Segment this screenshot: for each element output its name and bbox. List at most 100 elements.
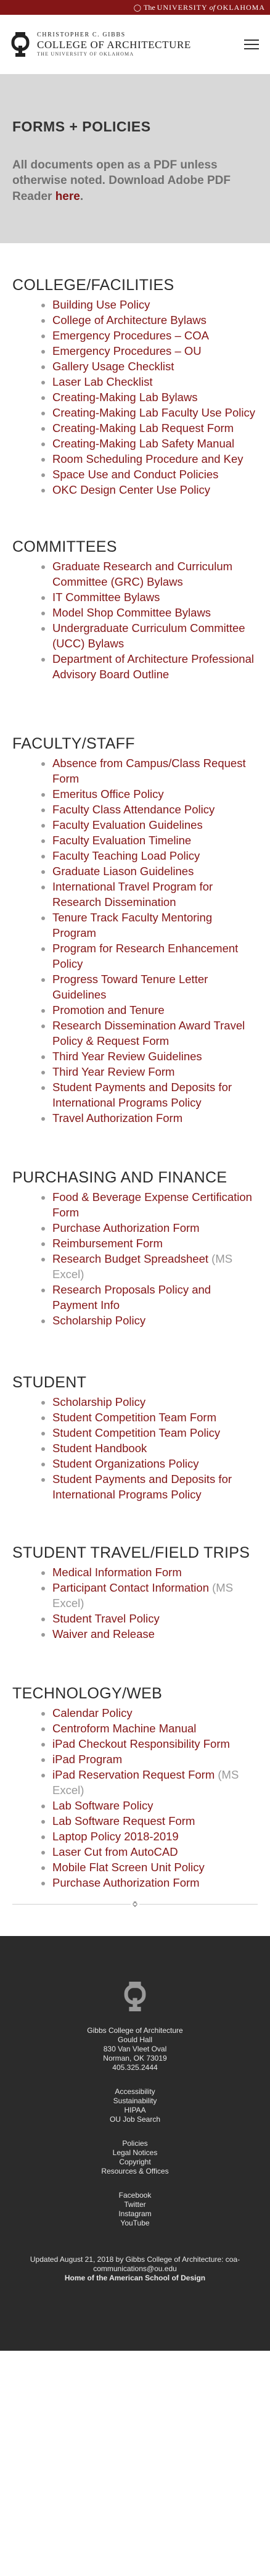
- document-link[interactable]: Research Proposals Policy and Payment In…: [52, 1283, 211, 1311]
- list-item: International Travel Program for Researc…: [52, 879, 258, 910]
- document-link[interactable]: Model Shop Committee Bylaws: [52, 606, 211, 619]
- document-link[interactable]: Progress Toward Tenure Letter Guidelines: [52, 973, 208, 1001]
- document-link[interactable]: Student Payments and Deposits for Intern…: [52, 1081, 232, 1109]
- list-item: Faculty Evaluation Guidelines: [52, 817, 258, 833]
- footer-link-policies[interactable]: Policies: [12, 2139, 258, 2148]
- document-link[interactable]: Student Payments and Deposits for Intern…: [52, 1473, 232, 1501]
- document-link[interactable]: Faculty Class Attendance Policy: [52, 803, 215, 816]
- document-link[interactable]: Student Organizations Policy: [52, 1457, 199, 1470]
- document-link[interactable]: International Travel Program for Researc…: [52, 880, 213, 908]
- univ-university[interactable]: UNIVERSITY: [157, 3, 208, 12]
- document-list: Graduate Research and Curriculum Committ…: [12, 559, 258, 682]
- document-link[interactable]: iPad Checkout Responsibility Form: [52, 1737, 230, 1750]
- list-item: Creating-Making Lab Request Form: [52, 420, 258, 436]
- document-link[interactable]: Scholarship Policy: [52, 1314, 145, 1327]
- document-link[interactable]: Undergraduate Curriculum Committee (UCC)…: [52, 621, 245, 650]
- document-link[interactable]: Space Use and Conduct Policies: [52, 468, 218, 481]
- document-link[interactable]: Emergency Procedures – COA: [52, 329, 209, 342]
- document-link[interactable]: Creating-Making Lab Bylaws: [52, 391, 197, 404]
- univ-prefix: The: [144, 2, 155, 12]
- document-link[interactable]: Room Scheduling Procedure and Key: [52, 452, 243, 465]
- college-wordmark[interactable]: Christopher C. Gibbs College of Architec…: [37, 32, 191, 57]
- document-link[interactable]: College of Architecture Bylaws: [52, 314, 207, 326]
- document-link[interactable]: Laptop Policy 2018-2019: [52, 1830, 179, 1843]
- document-link[interactable]: Student Handbook: [52, 1442, 147, 1455]
- section-college: COLLEGE/FACILITIES Building Use Policy Co…: [12, 243, 258, 497]
- adobe-reader-link[interactable]: here: [55, 190, 80, 203]
- document-link[interactable]: Graduate Liason Guidelines: [52, 865, 194, 878]
- document-link[interactable]: Research Budget Spreadsheet: [52, 1252, 208, 1265]
- document-link[interactable]: Purchase Authorization Form: [52, 1221, 200, 1234]
- document-link[interactable]: Lab Software Policy: [52, 1799, 153, 1812]
- footer-phone[interactable]: 405.325.2444: [12, 2063, 258, 2072]
- document-link[interactable]: Mobile Flat Screen Unit Policy: [52, 1861, 205, 1874]
- document-link[interactable]: Centroform Machine Manual: [52, 1722, 196, 1735]
- document-link[interactable]: Student Competition Team Policy: [52, 1426, 220, 1439]
- document-link[interactable]: Creating-Making Lab Request Form: [52, 422, 234, 434]
- document-link[interactable]: Emeritus Office Policy: [52, 787, 164, 800]
- document-link[interactable]: Emergency Procedures – OU: [52, 344, 202, 357]
- document-link[interactable]: Faculty Evaluation Guidelines: [52, 818, 203, 831]
- document-link[interactable]: Food & Beverage Expense Certification Fo…: [52, 1190, 252, 1219]
- footer-link-instagram[interactable]: Instagram: [12, 2209, 258, 2219]
- document-link[interactable]: Student Competition Team Form: [52, 1411, 216, 1424]
- list-item: Room Scheduling Procedure and Key: [52, 451, 258, 467]
- document-link[interactable]: IT Committee Bylaws: [52, 591, 160, 604]
- document-link[interactable]: Tenure Track Faculty Mentoring Program: [52, 911, 212, 939]
- document-link[interactable]: Waiver and Release: [52, 1627, 155, 1640]
- document-link[interactable]: Promotion and Tenure: [52, 1003, 165, 1016]
- footer-updated: Updated August 21, 2018 by Gibbs College…: [30, 2255, 240, 2273]
- document-link[interactable]: Calendar Policy: [52, 1706, 133, 1719]
- section-tech: TECHNOLOGY/WEB Calendar Policy Centroform…: [12, 1642, 258, 1890]
- document-link[interactable]: Faculty Evaluation Timeline: [52, 834, 191, 847]
- document-link[interactable]: Absence from Campus/Class Request Form: [52, 757, 246, 785]
- list-item: Purchase Authorization Form: [52, 1220, 258, 1236]
- page-title: FORMS + POLICIES: [12, 118, 151, 135]
- document-link[interactable]: Creating-Making Lab Safety Manual: [52, 437, 234, 450]
- section-title: STUDENT: [12, 1374, 87, 1391]
- document-link[interactable]: Building Use Policy: [52, 298, 150, 311]
- footer-link-sustainability[interactable]: Sustainability: [12, 2096, 258, 2106]
- document-link[interactable]: Purchase Authorization Form: [52, 1876, 200, 1889]
- document-link[interactable]: Program for Research Enhancement Policy: [52, 942, 238, 970]
- list-item: Creating-Making Lab Faculty Use Policy: [52, 405, 258, 420]
- document-link[interactable]: Faculty Teaching Load Policy: [52, 849, 200, 862]
- document-link[interactable]: iPad Program: [52, 1753, 122, 1766]
- footer-link-youtube[interactable]: YouTube: [12, 2219, 258, 2228]
- footer-link-resources[interactable]: Resources & Offices: [12, 2167, 258, 2176]
- list-item: Research Dissemination Award Travel Poli…: [52, 1018, 258, 1049]
- list-item: Laptop Policy 2018-2019: [52, 1829, 258, 1844]
- footer-link-facebook[interactable]: Facebook: [12, 2191, 258, 2200]
- document-link[interactable]: OKC Design Center Use Policy: [52, 483, 210, 496]
- footer-link-job-search[interactable]: OU Job Search: [12, 2115, 258, 2124]
- list-item: Student Organizations Policy: [52, 1456, 258, 1471]
- document-link[interactable]: Creating-Making Lab Faculty Use Policy: [52, 406, 255, 419]
- document-link[interactable]: Medical Information Form: [52, 1566, 182, 1579]
- univ-of: of: [209, 2, 215, 12]
- document-link[interactable]: Student Travel Policy: [52, 1612, 160, 1625]
- document-link[interactable]: Scholarship Policy: [52, 1395, 145, 1408]
- document-link[interactable]: Participant Contact Information: [52, 1581, 209, 1594]
- document-link[interactable]: Graduate Research and Curriculum Committ…: [52, 560, 232, 588]
- document-link[interactable]: iPad Reservation Request Form: [52, 1768, 215, 1781]
- document-link[interactable]: Department of Architecture Professional …: [52, 652, 254, 681]
- menu-icon[interactable]: [244, 39, 259, 49]
- footer-link-legal-notices[interactable]: Legal Notices: [12, 2148, 258, 2158]
- list-item: Waiver and Release: [52, 1626, 258, 1642]
- footer-link-hipaa[interactable]: HIPAA: [12, 2106, 258, 2115]
- document-link[interactable]: Reimbursement Form: [52, 1237, 163, 1250]
- list-item: Food & Beverage Expense Certification Fo…: [52, 1189, 258, 1220]
- ou-logo-icon[interactable]: [12, 1982, 258, 2011]
- document-link[interactable]: Research Dissemination Award Travel Poli…: [52, 1019, 245, 1047]
- document-link[interactable]: Gallery Usage Checklist: [52, 360, 174, 373]
- document-link[interactable]: Third Year Review Guidelines: [52, 1050, 202, 1063]
- ou-logo-icon[interactable]: [10, 31, 31, 57]
- document-link[interactable]: Travel Authorization Form: [52, 1111, 182, 1124]
- document-link[interactable]: Laser Cut from AutoCAD: [52, 1845, 178, 1858]
- footer-link-twitter[interactable]: Twitter: [12, 2200, 258, 2209]
- footer-link-accessibility[interactable]: Accessibility: [12, 2087, 258, 2096]
- document-link[interactable]: Lab Software Request Form: [52, 1814, 195, 1827]
- document-link[interactable]: Laser Lab Checklist: [52, 375, 152, 388]
- document-link[interactable]: Third Year Review Form: [52, 1065, 174, 1078]
- footer-link-copyright[interactable]: Copyright: [12, 2158, 258, 2167]
